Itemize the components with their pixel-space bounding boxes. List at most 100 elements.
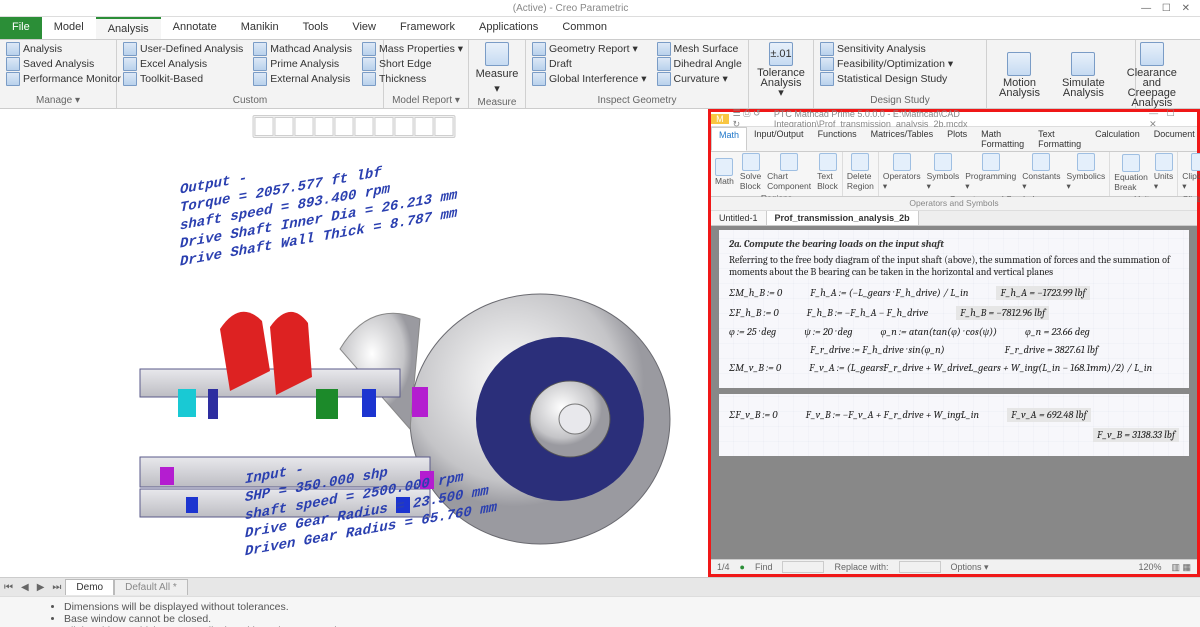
ribbon-excel-analysis[interactable]: Excel Analysis bbox=[123, 57, 243, 71]
mc-units-[interactable]: Units ▾ bbox=[1154, 153, 1173, 192]
ribbon-statistical-design-study[interactable]: Statistical Design Study bbox=[820, 72, 953, 86]
menu-manikin[interactable]: Manikin bbox=[229, 17, 291, 39]
mathcad-title: PTC Mathcad Prime 5.0.0.0 - E:\Mathcad\C… bbox=[774, 109, 1149, 129]
mathcad-app-icon[interactable]: M bbox=[711, 114, 729, 124]
mc-tab-calculation[interactable]: Calculation bbox=[1088, 127, 1147, 151]
mc-file-untitled-[interactable]: Untitled-1 bbox=[711, 211, 767, 225]
ribbon-feasibility-optimization-[interactable]: Feasibility/Optimization ▾ bbox=[820, 57, 953, 71]
motion-button[interactable]: Motion Analysis bbox=[993, 42, 1046, 108]
tab-prev-icon[interactable]: ◀ bbox=[17, 582, 33, 593]
find-input[interactable] bbox=[782, 561, 824, 573]
ribbon-global-interference-[interactable]: Global Interference ▾ bbox=[532, 72, 647, 86]
menu-view[interactable]: View bbox=[340, 17, 388, 39]
menu-annotate[interactable]: Annotate bbox=[161, 17, 229, 39]
view-icon[interactable] bbox=[335, 117, 354, 136]
window-controls[interactable]: — ☐ ✕ bbox=[1141, 3, 1194, 14]
mc-symbolics-[interactable]: Symbolics ▾ bbox=[1067, 153, 1106, 192]
motion-icon bbox=[1007, 52, 1031, 76]
mc-programming-[interactable]: Programming ▾ bbox=[965, 153, 1016, 192]
zoom[interactable]: 120% bbox=[1138, 562, 1161, 572]
refit-icon[interactable] bbox=[315, 117, 334, 136]
measure-button[interactable]: Measure▾ bbox=[475, 42, 519, 95]
mathcad-sheet-1: 2a. Compute the bearing loads on the inp… bbox=[719, 230, 1189, 388]
replace-label[interactable]: Replace with: bbox=[834, 562, 888, 572]
menu-common[interactable]: Common bbox=[550, 17, 619, 39]
find-label[interactable]: Find bbox=[755, 562, 773, 572]
style-icon[interactable] bbox=[355, 117, 374, 136]
clearance-button[interactable]: Clearance and Creepage Analysis bbox=[1121, 42, 1183, 108]
mc-solve-block[interactable]: Solve Block bbox=[740, 153, 761, 191]
mc-tab-math[interactable]: Math bbox=[711, 127, 747, 151]
tolerance-button[interactable]: ±.01 Tolerance Analysis ▾ bbox=[755, 42, 807, 98]
mc-math[interactable]: Math bbox=[715, 158, 734, 186]
bottom-tab-bar: ⏮ ◀ ▶ ⏭ Demo Default All * bbox=[0, 577, 1200, 596]
mc-clipboard-[interactable]: Clipboard ▾ bbox=[1182, 153, 1200, 192]
options[interactable]: Options ▾ bbox=[951, 562, 989, 573]
ribbon-curvature-[interactable]: Curvature ▾ bbox=[657, 72, 742, 86]
wire-icon[interactable] bbox=[395, 117, 414, 136]
message-line: Dimensions will be displayed without tol… bbox=[64, 601, 1150, 613]
ribbon-performance-monitor[interactable]: Performance Monitor bbox=[6, 72, 121, 86]
tab-default[interactable]: Default All * bbox=[114, 579, 188, 595]
mc-equation-break[interactable]: Equation Break bbox=[1114, 154, 1148, 192]
mc-chart-component[interactable]: Chart Component bbox=[767, 153, 811, 191]
ribbon-mesh-surface[interactable]: Mesh Surface bbox=[657, 42, 742, 56]
ribbon-sensitivity-analysis[interactable]: Sensitivity Analysis bbox=[820, 42, 953, 56]
ribbon-dihedral-angle[interactable]: Dihedral Angle bbox=[657, 57, 742, 71]
replace-input[interactable] bbox=[899, 561, 941, 573]
ribbon-prime-analysis[interactable]: Prime Analysis bbox=[253, 57, 352, 71]
menu-analysis[interactable]: Analysis bbox=[96, 17, 161, 39]
mc-tab-document[interactable]: Document bbox=[1147, 127, 1200, 151]
mc-tab-plots[interactable]: Plots bbox=[940, 127, 974, 151]
sheet-paragraph: Referring to the free body diagram of th… bbox=[729, 254, 1179, 278]
ribbon-external-analysis[interactable]: External Analysis bbox=[253, 72, 352, 86]
mc-file-prof-transmission-analysis-b[interactable]: Prof_transmission_analysis_2b bbox=[767, 211, 919, 225]
group-title-manage: Manage ▾ bbox=[6, 93, 110, 106]
shade-icon[interactable] bbox=[375, 117, 394, 136]
zoom-in-icon[interactable] bbox=[255, 117, 274, 136]
model-canvas[interactable]: Output - Torque = 2057.577 ft lbf shaft … bbox=[0, 109, 708, 577]
ribbon-mathcad-analysis[interactable]: Mathcad Analysis bbox=[253, 42, 352, 56]
workspace: Output - Torque = 2057.577 ft lbf shaft … bbox=[0, 109, 1200, 577]
tab-demo[interactable]: Demo bbox=[65, 579, 114, 595]
tab-last-icon[interactable]: ⏭ bbox=[48, 582, 65, 593]
menubar: FileModelAnalysisAnnotateManikinToolsVie… bbox=[0, 17, 1200, 40]
mc-tab-math-formatting[interactable]: Math Formatting bbox=[974, 127, 1031, 151]
page-view-icon[interactable]: ▥ ▦ bbox=[1171, 562, 1191, 573]
menu-model[interactable]: Model bbox=[42, 17, 96, 39]
mc-tab-matrices-tables[interactable]: Matrices/Tables bbox=[864, 127, 941, 151]
mc-symbols-[interactable]: Symbols ▾ bbox=[927, 153, 960, 192]
mc-tab-input-output[interactable]: Input/Output bbox=[747, 127, 811, 151]
mc-tab-functions[interactable]: Functions bbox=[811, 127, 864, 151]
page-indicator: 1/4 bbox=[717, 562, 730, 572]
ribbon-draft[interactable]: Draft bbox=[532, 57, 647, 71]
menu-framework[interactable]: Framework bbox=[388, 17, 467, 39]
ribbon-geometry-report-[interactable]: Geometry Report ▾ bbox=[532, 42, 647, 56]
zoom-out-icon[interactable] bbox=[275, 117, 294, 136]
message-pane: Dimensions will be displayed without tol… bbox=[0, 596, 1200, 627]
mathcad-subbar: Operators and Symbols bbox=[711, 197, 1197, 211]
menu-tools[interactable]: Tools bbox=[291, 17, 341, 39]
message-line: Base window cannot be closed. bbox=[64, 613, 1150, 625]
mc-constants-[interactable]: Constants ▾ bbox=[1022, 153, 1060, 192]
mc-delete-region[interactable]: Delete Region bbox=[847, 153, 874, 191]
ribbon-toolkit-based[interactable]: Toolkit-Based bbox=[123, 72, 243, 86]
mc-tab-text-formatting[interactable]: Text Formatting bbox=[1031, 127, 1088, 151]
simulate-button[interactable]: Simulate Analysis bbox=[1056, 42, 1111, 108]
mc-text-block[interactable]: Text Block bbox=[817, 153, 838, 191]
tab-first-icon[interactable]: ⏮ bbox=[0, 582, 17, 593]
ribbon-analysis[interactable]: Analysis bbox=[6, 42, 121, 56]
mathcad-tabs: MathInput/OutputFunctionsMatrices/Tables… bbox=[711, 127, 1197, 152]
menu-file[interactable]: File bbox=[0, 17, 42, 39]
ribbon-user-defined-analysis[interactable]: User-Defined Analysis bbox=[123, 42, 243, 56]
menu-applications[interactable]: Applications bbox=[467, 17, 550, 39]
tab-next-icon[interactable]: ▶ bbox=[33, 582, 49, 593]
edges-icon[interactable] bbox=[415, 117, 434, 136]
mathcad-page-area[interactable]: 2a. Compute the bearing loads on the inp… bbox=[711, 226, 1197, 559]
ribbon-saved-analysis[interactable]: Saved Analysis bbox=[6, 57, 121, 71]
group-title-modelrep: Model Report ▾ bbox=[390, 93, 462, 106]
mathcad-sheet-2: ΣF_v_B := 0F_v_B := −F_v_A + F_r_drive +… bbox=[719, 394, 1189, 456]
canvas-mini-toolbar bbox=[253, 115, 456, 138]
mc-operators-[interactable]: Operators ▾ bbox=[883, 153, 921, 192]
zoom-fit-icon[interactable] bbox=[295, 117, 314, 136]
